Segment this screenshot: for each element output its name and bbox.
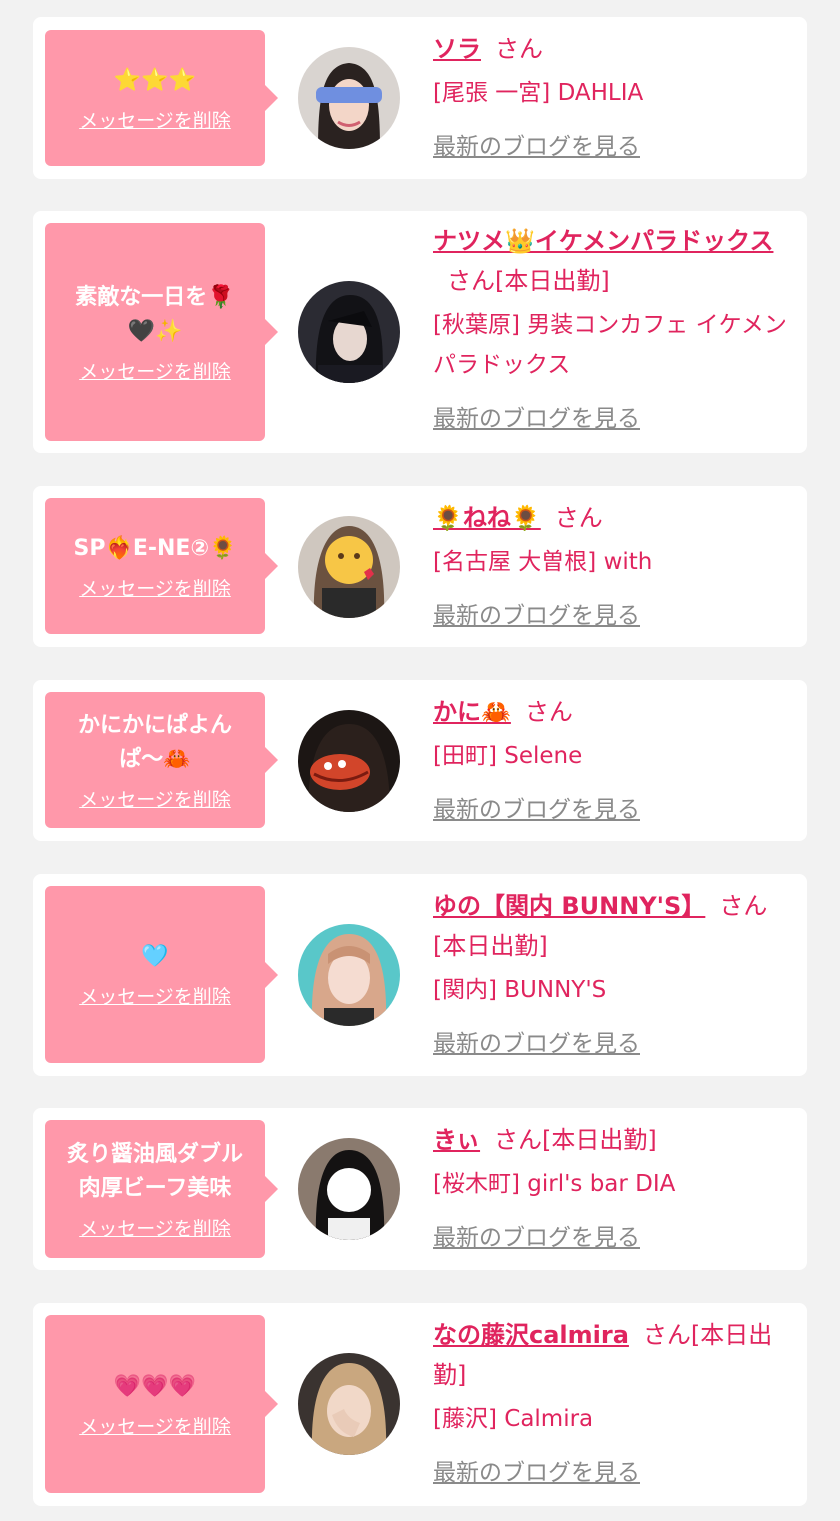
delete-message-link[interactable]: メッセージを削除 xyxy=(79,982,231,1009)
cast-name-link[interactable]: なの藤沢calmira xyxy=(433,1321,629,1349)
cast-name-link[interactable]: ナツメ👑イケメンパラドックス xyxy=(433,227,773,255)
cast-info: ゆの【関内 BUNNY'S】 さん [本日出勤] [関内] BUNNY'S 最新のブ… xyxy=(433,886,793,1064)
favorite-card: かにかにぱよんぱ〜🦀 メッセージを削除 かに🦀 さん [田町] Selene 最新… xyxy=(33,680,807,841)
favorite-card: SP❤️‍🔥E-NE②🌻 メッセージを削除 🌻ねね🌻 さん [名古屋 大曽根] w… xyxy=(33,486,807,647)
profile-photo-icon xyxy=(298,281,400,383)
message-text: 🩵 xyxy=(141,944,169,969)
delete-message-link[interactable]: メッセージを削除 xyxy=(79,106,231,133)
cast-info: ナツメ👑イケメンパラドックスさん[本日出勤] [秋葉原] 男装コンカフェ イケメ… xyxy=(433,221,793,439)
message-text: SP❤️‍🔥E-NE②🌻 xyxy=(73,535,237,561)
avatar[interactable] xyxy=(298,1353,400,1455)
profile-photo-icon xyxy=(298,710,400,812)
cast-info: 🌻ねね🌻 さん [名古屋 大曽根] with 最新のブログを見る xyxy=(433,498,793,636)
shop-text: [名古屋 大曽根] with xyxy=(433,549,653,575)
profile-photo-icon xyxy=(298,924,400,1026)
shop-text: [藤沢] Calmira xyxy=(433,1406,594,1432)
cast-name-link[interactable]: かに🦀 xyxy=(433,698,511,726)
cast-info: かに🦀 さん [田町] Selene 最新のブログを見る xyxy=(433,692,793,830)
honorific: さん xyxy=(642,1321,691,1349)
message-text: かにかにぱよんぱ〜🦀 xyxy=(77,712,232,772)
status-text: [本日出勤] xyxy=(433,932,548,960)
cast-name-link[interactable]: 🌻ねね🌻 xyxy=(433,504,541,532)
profile-photo-icon xyxy=(298,1353,400,1455)
message-bubble: ⭐⭐⭐ メッセージを削除 xyxy=(45,30,278,166)
honorific: さん xyxy=(495,35,543,63)
favorite-list: ⭐⭐⭐ メッセージを削除 ソラ さん [尾張 一宮] DAHLIA 最新のブログを… xyxy=(0,0,840,1521)
honorific: さん xyxy=(554,504,603,532)
cast-name-link[interactable]: ソラ xyxy=(433,35,481,63)
cast-name-link[interactable]: ゆの【関内 BUNNY'S】 xyxy=(433,892,705,920)
shop-text: [桜木町] girl's bar DIA xyxy=(433,1171,676,1197)
delete-message-link[interactable]: メッセージを削除 xyxy=(79,357,231,384)
honorific: さん xyxy=(447,267,495,295)
favorite-card: ⭐⭐⭐ メッセージを削除 ソラ さん [尾張 一宮] DAHLIA 最新のブログを… xyxy=(33,17,807,179)
status-text: [本日出勤] xyxy=(542,1126,657,1154)
avatar[interactable] xyxy=(298,281,400,383)
favorite-card: 素敵な一日を🌹🖤✨ メッセージを削除 ナツメ👑イケメンパラドックスさん[本日出勤… xyxy=(33,211,807,453)
profile-photo-icon xyxy=(298,1138,400,1240)
message-bubble: 💗💗💗 メッセージを削除 xyxy=(45,1315,278,1493)
latest-blog-link[interactable]: 最新のブログを見る xyxy=(433,1453,640,1493)
delete-message-link[interactable]: メッセージを削除 xyxy=(79,574,231,601)
message-text: ⭐⭐⭐ xyxy=(113,67,197,93)
cast-info: ソラ さん [尾張 一宮] DAHLIA 最新のブログを見る xyxy=(433,29,793,167)
delete-message-link[interactable]: メッセージを削除 xyxy=(79,1214,231,1241)
message-text: 素敵な一日を🌹🖤✨ xyxy=(75,284,235,344)
delete-message-link[interactable]: メッセージを削除 xyxy=(79,785,231,812)
latest-blog-link[interactable]: 最新のブログを見る xyxy=(433,596,640,636)
message-bubble: かにかにぱよんぱ〜🦀 メッセージを削除 xyxy=(45,692,278,828)
avatar[interactable] xyxy=(298,516,400,618)
honorific: さん xyxy=(524,698,573,726)
favorite-card: 💗💗💗 メッセージを削除 なの藤沢calmira さん[本日出勤] [藤沢] Ca… xyxy=(33,1303,807,1506)
cast-info: きぃ さん[本日出勤] [桜木町] girl's bar DIA 最新のブログを見… xyxy=(433,1120,793,1258)
shop-text: [尾張 一宮] DAHLIA xyxy=(433,80,644,106)
favorite-card: 🩵 メッセージを削除 ゆの【関内 BUNNY'S】 さん [本日出勤] [関内] B… xyxy=(33,874,807,1076)
avatar[interactable] xyxy=(298,924,400,1026)
profile-photo-icon xyxy=(298,516,400,618)
message-bubble: 素敵な一日を🌹🖤✨ メッセージを削除 xyxy=(45,223,278,441)
latest-blog-link[interactable]: 最新のブログを見る xyxy=(433,790,640,830)
latest-blog-link[interactable]: 最新のブログを見る xyxy=(433,399,640,439)
cast-info: なの藤沢calmira さん[本日出勤] [藤沢] Calmira 最新のブログを… xyxy=(433,1315,793,1493)
avatar[interactable] xyxy=(298,710,400,812)
message-text: 💗💗💗 xyxy=(113,1373,197,1399)
cast-name-link[interactable]: きぃ xyxy=(433,1126,480,1154)
message-bubble: SP❤️‍🔥E-NE②🌻 メッセージを削除 xyxy=(45,498,278,634)
honorific: さん xyxy=(719,892,768,920)
shop-text: [関内] BUNNY'S xyxy=(433,977,607,1003)
avatar[interactable] xyxy=(298,47,400,149)
latest-blog-link[interactable]: 最新のブログを見る xyxy=(433,127,640,167)
message-bubble: 🩵 メッセージを削除 xyxy=(45,886,278,1063)
avatar[interactable] xyxy=(298,1138,400,1240)
delete-message-link[interactable]: メッセージを削除 xyxy=(79,1412,231,1439)
message-text: 炙り醤油風ダブル肉厚ビーフ美味 xyxy=(66,1141,243,1201)
favorite-card: 炙り醤油風ダブル肉厚ビーフ美味 メッセージを削除 きぃ さん[本日出勤] [桜木町… xyxy=(33,1108,807,1270)
honorific: さん xyxy=(494,1126,543,1154)
message-bubble: 炙り醤油風ダブル肉厚ビーフ美味 メッセージを削除 xyxy=(45,1120,278,1258)
shop-text: [秋葉原] 男装コンカフェ イケメンパラドックス xyxy=(433,312,787,378)
latest-blog-link[interactable]: 最新のブログを見る xyxy=(433,1024,640,1064)
shop-text: [田町] Selene xyxy=(433,743,583,769)
latest-blog-link[interactable]: 最新のブログを見る xyxy=(433,1218,640,1258)
profile-photo-icon xyxy=(298,47,400,149)
status-text: [本日出勤] xyxy=(495,267,610,295)
